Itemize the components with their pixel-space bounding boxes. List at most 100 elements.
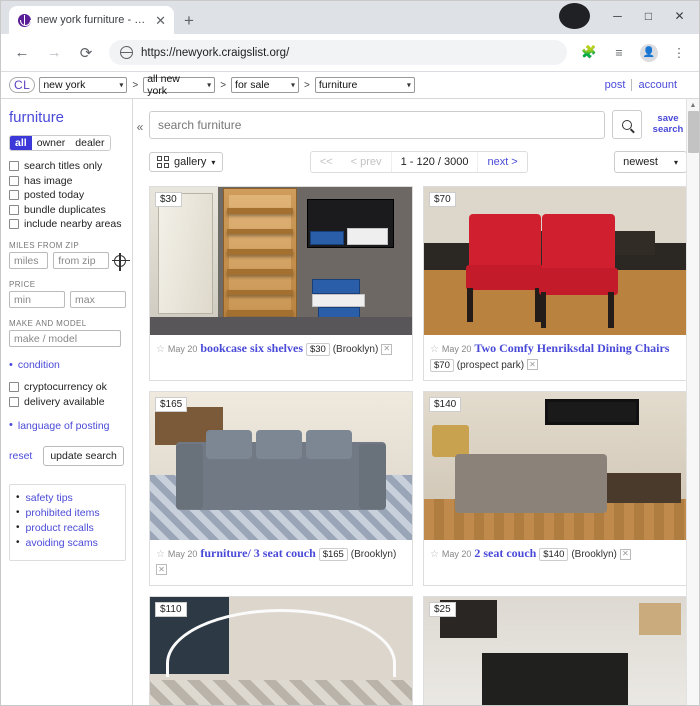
prev-page-button[interactable]: < prev [342, 152, 391, 172]
results-controls: gallery ▾ << < prev 1 - 120 / 3000 next … [149, 151, 687, 173]
listing-image[interactable]: $30 [150, 187, 412, 335]
post-link[interactable]: post [605, 79, 626, 91]
listing-image[interactable]: $70 [424, 187, 686, 335]
language-of-posting-filter[interactable]: • language of posting [9, 420, 126, 432]
breadcrumb-select-category-group[interactable]: for sale [231, 77, 300, 93]
product-recalls-link[interactable]: product recalls [26, 522, 94, 534]
zip-input[interactable]: from zip [53, 252, 109, 269]
price-label: PRICE [9, 280, 36, 289]
hide-x-icon[interactable]: ✕ [156, 564, 167, 576]
listing-image[interactable]: $165 [150, 392, 412, 540]
listing-image[interactable]: $25 [424, 596, 686, 705]
filter-bundle-duplicates[interactable]: bundle duplicates [9, 204, 126, 216]
listing-card[interactable]: $25 [423, 595, 687, 705]
image-price-badge: $25 [429, 601, 456, 617]
listing-title-link[interactable]: 2 seat couch [474, 546, 536, 560]
crosshair-icon[interactable] [112, 252, 130, 271]
maximize-button[interactable]: □ [633, 3, 664, 29]
tab-close-icon[interactable]: ✕ [153, 12, 168, 29]
minimize-button[interactable]: ─ [602, 3, 633, 29]
star-outline-icon[interactable]: ☆ [430, 344, 439, 355]
price-max-input[interactable]: max [70, 291, 126, 308]
language-link[interactable]: language of posting [18, 420, 110, 432]
address-bar[interactable]: https://newyork.craigslist.org/ [109, 40, 567, 65]
list-item[interactable]: • avoiding scams [16, 537, 119, 549]
checkbox-icon[interactable] [9, 219, 19, 229]
search-input[interactable]: search furniture [149, 110, 605, 139]
condition-filter[interactable]: • condition [9, 359, 126, 371]
listing-image[interactable]: $140 [424, 392, 686, 540]
reading-list-icon[interactable]: ≡ [607, 41, 631, 65]
save-search-button[interactable]: save search [649, 113, 687, 136]
breadcrumb-separator: > [220, 79, 227, 91]
filter-delivery-available[interactable]: delivery available [9, 396, 126, 408]
craigslist-logo[interactable]: CL [9, 77, 36, 93]
list-item[interactable]: • prohibited items [16, 507, 119, 519]
star-outline-icon[interactable]: ☆ [430, 549, 439, 560]
list-item[interactable]: • safety tips [16, 492, 119, 504]
profile-avatar-icon[interactable]: 👤 [637, 41, 661, 65]
price-min-input[interactable]: min [9, 291, 65, 308]
scrollbar-thumb[interactable] [688, 111, 699, 153]
list-item[interactable]: • product recalls [16, 522, 119, 534]
new-tab-icon[interactable]: + [184, 12, 194, 29]
checkbox-icon[interactable] [9, 382, 19, 392]
hide-x-icon[interactable]: ✕ [619, 548, 631, 560]
reload-icon[interactable]: ⟳ [73, 40, 99, 66]
checkbox-icon[interactable] [9, 190, 19, 200]
breadcrumb-select-subarea[interactable]: all new york [143, 73, 216, 97]
prohibited-items-link[interactable]: prohibited items [26, 507, 100, 519]
filter-has-image[interactable]: has image [9, 175, 126, 187]
miles-input[interactable]: miles [9, 252, 49, 269]
star-outline-icon[interactable]: ☆ [156, 344, 165, 355]
browser-tab[interactable]: new york furniture - craigslist ✕ [9, 6, 174, 34]
toggle-owner[interactable]: owner [32, 136, 71, 150]
scroll-up-icon[interactable]: ▲ [687, 99, 699, 111]
next-page-button[interactable]: next > [478, 152, 526, 172]
star-outline-icon[interactable]: ☆ [156, 549, 165, 560]
view-mode-selector[interactable]: gallery ▾ [149, 152, 224, 172]
search-button[interactable] [612, 110, 642, 139]
puzzle-icon[interactable]: 🧩 [577, 41, 601, 65]
listing-card[interactable]: $110 [149, 595, 413, 705]
hide-x-icon[interactable]: ✕ [381, 343, 393, 355]
filter-posted-today[interactable]: posted today [9, 189, 126, 201]
breadcrumb-select-category[interactable]: furniture [314, 77, 415, 93]
listing-card[interactable]: $165 ☆ May 20 furniture/ 3 seat couch $1… [149, 391, 413, 586]
breadcrumb-select-region[interactable]: new york [39, 77, 128, 93]
page-scrollbar[interactable]: ▲ [686, 99, 699, 705]
filter-include-nearby-areas[interactable]: include nearby areas [9, 218, 126, 230]
checkbox-icon[interactable] [9, 396, 19, 407]
listing-card[interactable]: $30 ☆ May 20 bookcase six shelves $30 (B… [149, 186, 413, 381]
forward-arrow-icon[interactable]: → [41, 40, 67, 66]
three-dot-menu-icon[interactable]: ⋮ [667, 41, 691, 65]
condition-link[interactable]: condition [18, 359, 60, 371]
back-arrow-icon[interactable]: ← [9, 40, 35, 66]
listing-card[interactable]: $70 ☆ May 20 Two Comfy Henriksdal Dining… [423, 186, 687, 381]
first-page-button[interactable]: << [311, 152, 342, 172]
owner-dealer-toggle[interactable]: all owner dealer [9, 135, 111, 151]
checkbox-icon[interactable] [9, 161, 19, 171]
listing-title-link[interactable]: furniture/ 3 seat couch [200, 546, 315, 560]
close-window-button[interactable]: ✕ [664, 3, 695, 29]
listing-title-link[interactable]: bookcase six shelves [200, 341, 303, 355]
listing-title-link[interactable]: Two Comfy Henriksdal Dining Chairs [474, 341, 669, 355]
checkbox-icon[interactable] [9, 175, 19, 186]
double-chevron-left-icon[interactable]: « [133, 121, 147, 133]
listing-card[interactable]: $140 ☆ May 20 2 seat couch $140 (Brookly… [423, 391, 687, 586]
safety-tips-link[interactable]: safety tips [26, 492, 73, 504]
listing-meta: ☆ May 20 bookcase six shelves $30 (Brook… [150, 335, 412, 365]
sort-selector[interactable]: newest ▾ [614, 151, 687, 173]
filter-cryptocurrency-ok[interactable]: cryptocurrency ok [9, 381, 126, 393]
toggle-all[interactable]: all [10, 136, 32, 150]
filter-search-titles-only[interactable]: search titles only [9, 160, 126, 172]
reset-button[interactable]: reset [9, 450, 32, 462]
toggle-dealer[interactable]: dealer [70, 136, 109, 150]
avoiding-scams-link[interactable]: avoiding scams [26, 537, 98, 549]
make-model-input[interactable]: make / model [9, 330, 121, 347]
hide-x-icon[interactable]: ✕ [526, 359, 538, 371]
account-link[interactable]: account [638, 79, 677, 91]
checkbox-icon[interactable] [9, 204, 19, 215]
listing-image[interactable]: $110 [150, 596, 412, 705]
update-search-button[interactable]: update search [43, 445, 124, 466]
